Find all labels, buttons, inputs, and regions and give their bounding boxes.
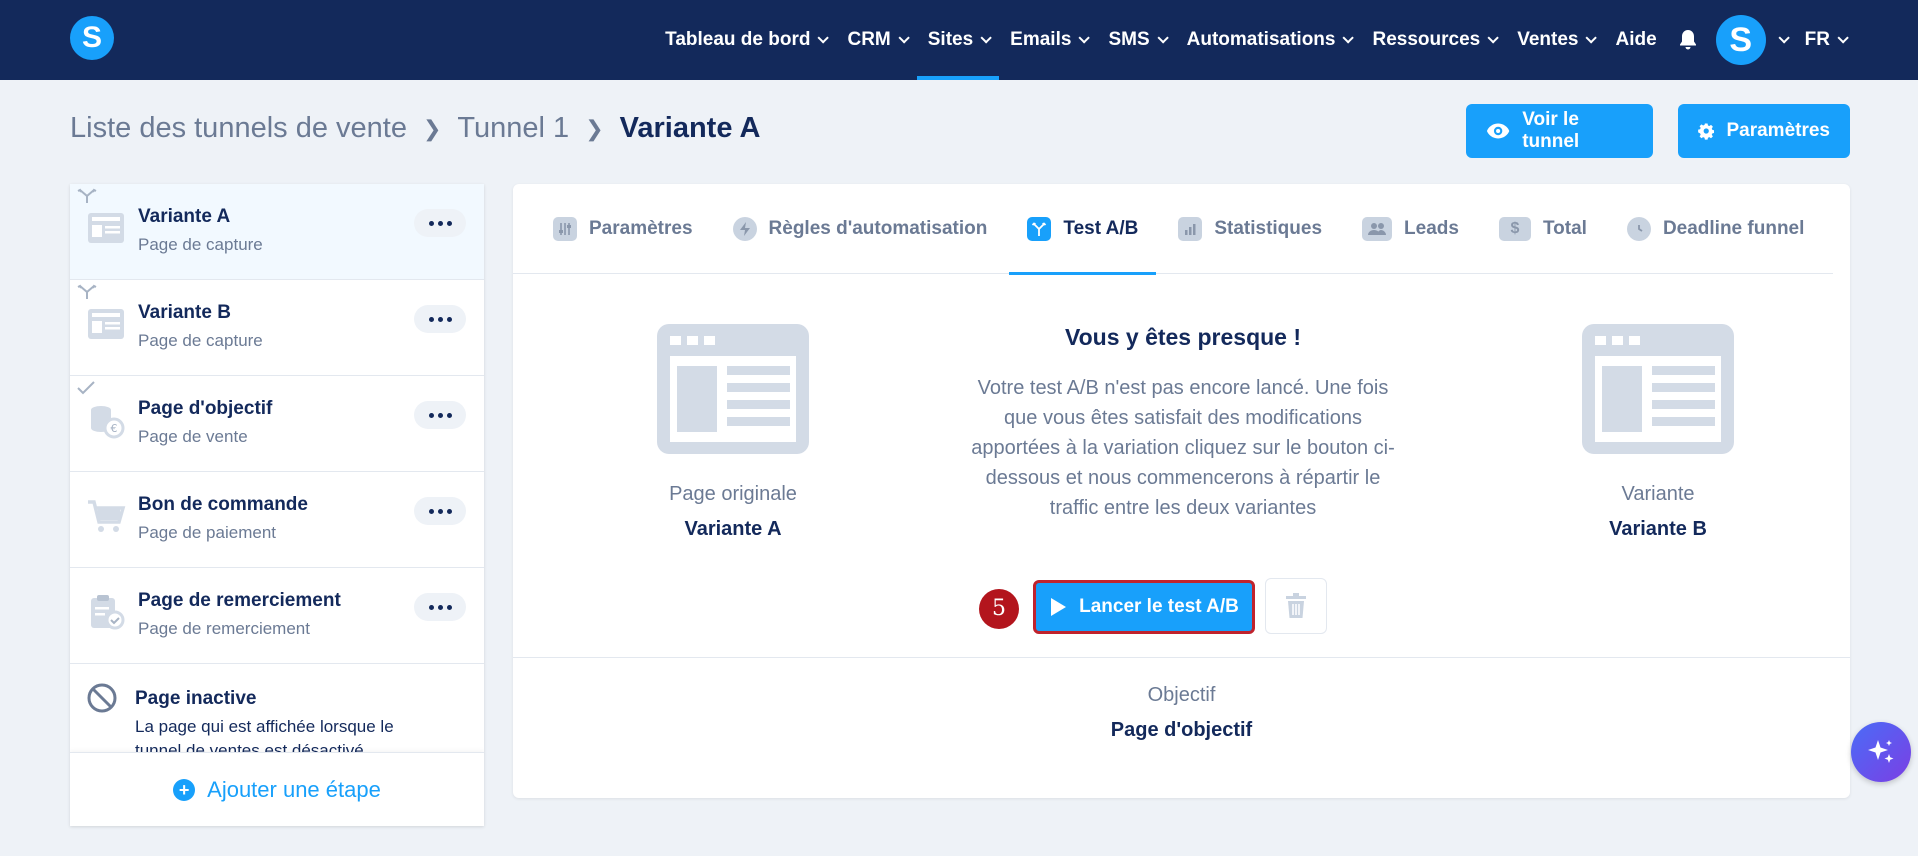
chevron-down-icon	[1157, 32, 1169, 44]
nav-item-help[interactable]: Aide	[1604, 0, 1667, 80]
view-funnel-button[interactable]: Voir le tunnel	[1466, 104, 1653, 158]
step-variant-b[interactable]: Variante B Page de capture	[70, 280, 484, 376]
status-title: Vous y êtes presque !	[1064, 324, 1302, 350]
status-description: Votre test A/B n'est pas encore lancé. U…	[971, 377, 1395, 519]
tab-total[interactable]: $ Total	[1498, 184, 1587, 274]
breadcrumb: Liste des tunnels de vente ❯ Tunnel 1 ❯ …	[70, 112, 760, 145]
ai-assistant-button[interactable]	[1851, 722, 1911, 782]
tab-deadline-funnel[interactable]: Deadline funnel	[1626, 184, 1804, 274]
chevron-down-icon	[980, 32, 992, 44]
add-step-button[interactable]: + Ajouter une étape	[70, 752, 484, 826]
plus-icon: +	[173, 778, 196, 801]
nav-item-emails[interactable]: Emails	[999, 0, 1097, 80]
split-icon	[77, 284, 97, 299]
more-options-button[interactable]	[414, 497, 466, 525]
nav-item-resources[interactable]: Ressources	[1361, 0, 1506, 80]
chevron-down-icon	[1778, 32, 1790, 44]
step-thank-you-page[interactable]: Page de remerciement Page de remerciemen…	[70, 568, 484, 664]
chevron-down-icon	[898, 32, 910, 44]
users-icon	[1362, 216, 1393, 241]
eye-icon	[1486, 123, 1510, 139]
page-title: Variante A	[619, 112, 761, 144]
page-layout-icon	[1582, 324, 1734, 454]
chevron-down-icon	[817, 32, 830, 44]
play-icon	[1051, 598, 1067, 616]
step-variant-a[interactable]: Variante A Page de capture	[70, 184, 484, 280]
bolt-icon	[732, 216, 757, 241]
objective-section: Objectif Page d'objectif	[1110, 684, 1253, 741]
split-icon	[1027, 216, 1052, 241]
nav-item-sites[interactable]: Sites	[916, 0, 1000, 80]
funnel-steps-sidebar: Variante A Page de capture Variante B Pa…	[70, 184, 484, 826]
nav-item-sms[interactable]: SMS	[1097, 0, 1175, 80]
tab-automation-rules[interactable]: Règles d'automatisation	[732, 184, 987, 274]
nav-menu: Tableau de bord CRM Sites Emails SMS Aut…	[654, 0, 1856, 80]
chevron-down-icon	[1487, 32, 1499, 44]
ab-test-panel: Paramètres Règles d'automatisation Test …	[513, 184, 1850, 798]
more-options-button[interactable]	[414, 401, 466, 429]
nav-item-automations[interactable]: Automatisations	[1176, 0, 1362, 80]
more-options-button[interactable]	[414, 305, 466, 333]
ban-icon	[87, 683, 117, 713]
chevron-down-icon	[1342, 32, 1355, 44]
sparkle-icon	[1868, 740, 1894, 763]
step-inactive-page[interactable]: Page inactive La page qui est affichée l…	[70, 664, 484, 754]
breadcrumb-funnel[interactable]: Tunnel 1	[457, 112, 569, 145]
chevron-right-icon: ❯	[585, 115, 604, 141]
nav-item-sales[interactable]: Ventes	[1506, 0, 1604, 80]
language-selector[interactable]: FR	[1794, 0, 1856, 80]
chevron-down-icon	[1078, 32, 1091, 44]
settings-button[interactable]: Paramètres	[1678, 104, 1850, 158]
clipboard-check-icon	[91, 595, 125, 630]
coins-icon: €	[91, 406, 125, 439]
nav-item-dashboard[interactable]: Tableau de bord	[654, 0, 836, 80]
step-order-form[interactable]: Bon de commande Page de paiement	[70, 472, 484, 568]
capture-page-icon	[88, 309, 124, 339]
capture-page-icon	[88, 213, 124, 243]
clock-icon	[1626, 216, 1651, 241]
more-options-button[interactable]	[414, 209, 466, 237]
trash-icon	[1286, 593, 1306, 618]
tab-settings[interactable]: Paramètres	[553, 184, 693, 274]
nav-item-crm[interactable]: CRM	[836, 0, 916, 80]
ab-test-status: Vous y êtes presque ! Votre test A/B n'e…	[968, 324, 1398, 523]
top-nav: S Tableau de bord CRM Sites Emails SMS A…	[0, 0, 1918, 80]
dollar-icon: $	[1498, 216, 1531, 241]
original-page-column: Page originale Variante A	[583, 324, 883, 541]
gear-icon	[1698, 123, 1715, 140]
cart-icon	[88, 500, 126, 532]
chevron-down-icon	[1837, 32, 1849, 44]
chevron-right-icon: ❯	[422, 115, 442, 141]
app-logo[interactable]: S	[70, 16, 114, 60]
page-layout-icon	[657, 324, 809, 454]
sliders-icon	[553, 216, 577, 241]
step-number-badge: 5	[979, 589, 1019, 629]
bar-chart-icon	[1178, 216, 1203, 241]
section-divider	[513, 657, 1850, 658]
check-icon	[77, 381, 95, 395]
svg-text:€: €	[111, 422, 118, 435]
chevron-down-icon	[1585, 32, 1598, 44]
breadcrumb-funnel-list[interactable]: Liste des tunnels de vente	[70, 112, 407, 145]
launch-ab-test-button[interactable]: Lancer le test A/B	[1033, 580, 1255, 634]
tab-statistics[interactable]: Statistiques	[1178, 184, 1322, 274]
step-objective-page[interactable]: € Page d'objectif Page de vente	[70, 376, 484, 472]
variant-page-column: Variante Variante B	[1508, 324, 1808, 541]
tab-bar: Paramètres Règles d'automatisation Test …	[513, 184, 1833, 275]
tab-ab-test[interactable]: Test A/B	[1009, 184, 1157, 275]
more-options-button[interactable]	[414, 593, 466, 621]
bell-icon[interactable]	[1668, 0, 1708, 80]
split-icon	[77, 188, 97, 203]
avatar: S	[1715, 15, 1766, 65]
delete-variant-button[interactable]	[1265, 578, 1327, 634]
tab-leads[interactable]: Leads	[1362, 184, 1459, 274]
user-menu[interactable]: S	[1708, 0, 1794, 80]
